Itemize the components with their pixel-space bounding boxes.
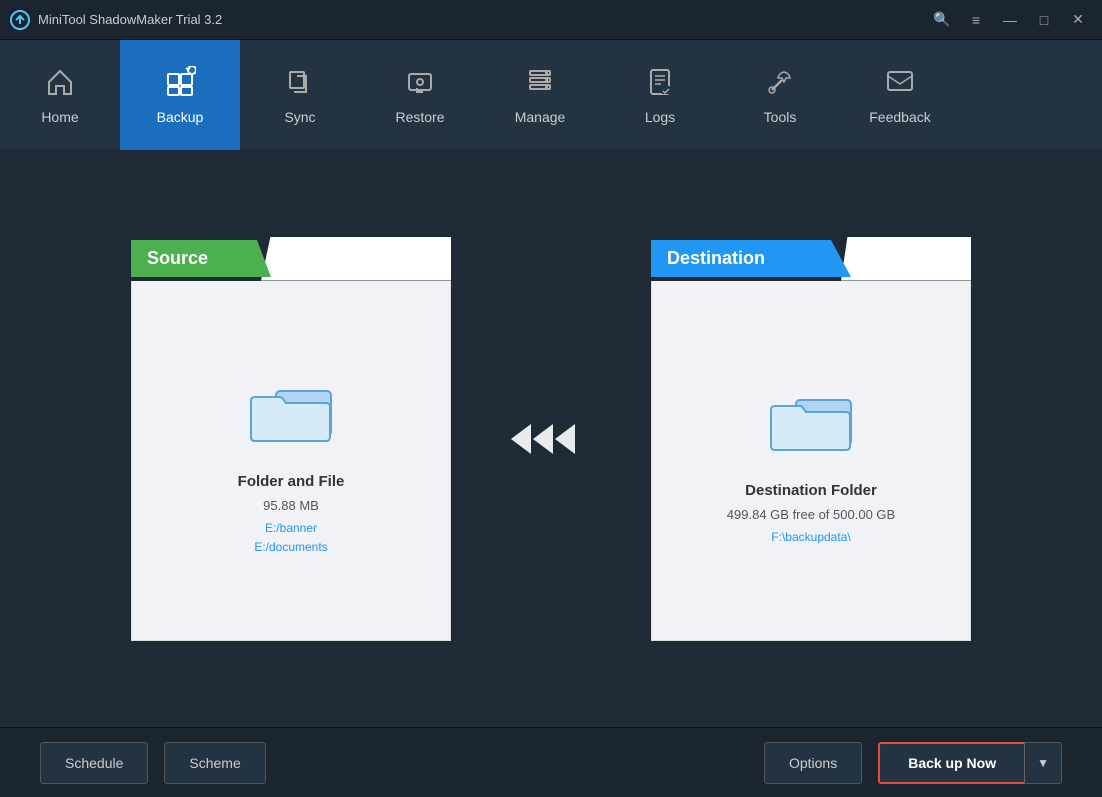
nav-feedback-label: Feedback <box>869 109 930 125</box>
nav-sync[interactable]: Sync <box>240 40 360 150</box>
tools-icon <box>764 66 796 103</box>
maximize-button[interactable]: □ <box>1030 9 1058 31</box>
nav-restore-label: Restore <box>395 109 444 125</box>
nav-tools[interactable]: Tools <box>720 40 840 150</box>
arrow-section <box>511 414 591 464</box>
nav-bar: Home Backup Sync <box>0 40 1102 150</box>
destination-folder-icon <box>766 382 856 462</box>
manage-icon <box>524 66 556 103</box>
source-card-body[interactable]: Folder and File 95.88 MB E:/banner E:/do… <box>131 281 451 641</box>
nav-restore[interactable]: Restore <box>360 40 480 150</box>
source-path-1: E:/banner <box>254 519 327 538</box>
scheme-button[interactable]: Scheme <box>164 742 265 784</box>
source-card: Source Folder and File 95.88 MB E:/banne… <box>131 237 451 641</box>
source-title: Folder and File <box>238 473 345 490</box>
nav-home-label: Home <box>41 109 78 125</box>
destination-card: Destination Destination Folder 499.84 GB… <box>651 237 971 641</box>
app-logo <box>10 10 30 30</box>
destination-title: Destination Folder <box>745 482 877 499</box>
destination-path: F:\backupdata\ <box>771 528 850 547</box>
nav-backup-label: Backup <box>157 109 204 125</box>
backup-group: Back up Now ▼ <box>878 742 1062 784</box>
menu-button[interactable]: ≡ <box>962 9 990 31</box>
backup-now-button[interactable]: Back up Now <box>878 742 1024 784</box>
home-icon <box>44 66 76 103</box>
destination-free-space: 499.84 GB free of 500.00 GB <box>727 507 895 522</box>
source-header-tab <box>261 237 451 281</box>
schedule-button[interactable]: Schedule <box>40 742 148 784</box>
main-content: Source Folder and File 95.88 MB E:/banne… <box>0 150 1102 727</box>
source-folder-icon <box>246 373 336 453</box>
destination-card-body[interactable]: Destination Folder 499.84 GB free of 500… <box>651 281 971 641</box>
nav-home[interactable]: Home <box>0 40 120 150</box>
bottom-bar: Schedule Scheme Options Back up Now ▼ <box>0 727 1102 797</box>
backup-dropdown-button[interactable]: ▼ <box>1024 742 1062 784</box>
destination-header-label: Destination <box>651 240 851 277</box>
app-title: MiniTool ShadowMaker Trial 3.2 <box>38 12 928 27</box>
feedback-icon <box>884 66 916 103</box>
window-controls: 🔍 ≡ — □ ✕ <box>928 9 1092 31</box>
title-bar: MiniTool ShadowMaker Trial 3.2 🔍 ≡ — □ ✕ <box>0 0 1102 40</box>
nav-logs-label: Logs <box>645 109 675 125</box>
nav-sync-label: Sync <box>284 109 315 125</box>
search-button[interactable]: 🔍 <box>928 9 956 31</box>
restore-icon <box>404 66 436 103</box>
source-header-label: Source <box>131 240 271 277</box>
logs-icon <box>644 66 676 103</box>
nav-logs[interactable]: Logs <box>600 40 720 150</box>
source-path-2: E:/documents <box>254 538 327 557</box>
source-paths: E:/banner E:/documents <box>254 519 327 557</box>
nav-backup[interactable]: Backup <box>120 40 240 150</box>
source-size: 95.88 MB <box>263 498 319 513</box>
nav-feedback[interactable]: Feedback <box>840 40 960 150</box>
source-card-header: Source <box>131 237 451 281</box>
minimize-button[interactable]: — <box>996 9 1024 31</box>
destination-card-header: Destination <box>651 237 971 281</box>
backup-icon <box>164 66 196 103</box>
nav-manage[interactable]: Manage <box>480 40 600 150</box>
sync-icon <box>284 66 316 103</box>
destination-header-tab <box>841 237 971 281</box>
options-button[interactable]: Options <box>764 742 862 784</box>
nav-tools-label: Tools <box>764 109 797 125</box>
nav-manage-label: Manage <box>515 109 566 125</box>
close-button[interactable]: ✕ <box>1064 9 1092 31</box>
